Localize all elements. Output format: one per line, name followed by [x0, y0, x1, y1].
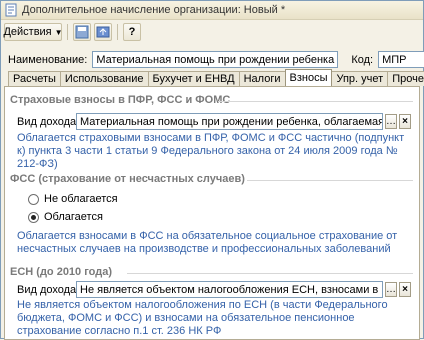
name-value: Материальная помощь при рождении ребенка [96, 53, 335, 66]
clear-button[interactable]: × [399, 282, 411, 297]
esn-income-field[interactable]: Не является объектом налогообложения ЕСН… [76, 281, 383, 298]
toolbar: Действия ▼ ? [1, 21, 423, 43]
document-window: Дополнительное начисление организации: Н… [0, 0, 424, 340]
radio-selected-dot [31, 214, 36, 220]
toolbar-separator [117, 24, 118, 40]
radio-taxed-label: Облагается [44, 211, 103, 223]
fss-section-title: ФСС (страхование от несчастных случаев) [10, 173, 245, 185]
insurance-income-field[interactable]: Материальная помощь при рождении ребенка… [76, 113, 383, 130]
section-divider [218, 101, 413, 102]
close-icon: × [402, 283, 408, 295]
tab-accounting[interactable]: Бухучет и ЕНВД [147, 71, 240, 86]
select-button[interactable]: … [385, 114, 397, 129]
tab-calculations[interactable]: Расчеты [8, 71, 61, 86]
name-label: Наименование: [8, 53, 88, 66]
save-icon [75, 25, 89, 39]
select-button[interactable]: … [385, 282, 397, 297]
section-divider [127, 273, 413, 274]
radio-circle [28, 211, 39, 223]
tab-taxes[interactable]: Налоги [238, 71, 286, 86]
contributions-panel: Страховые взносы в ПФР, ФСС и ФОМС Вид д… [4, 86, 420, 340]
insurance-section-title: Страховые взносы в ПФР, ФСС и ФОМС [10, 94, 231, 106]
fss-note: Облагается взносами в ФСС на обязательно… [17, 230, 398, 255]
save-button[interactable] [73, 23, 91, 41]
esn-section-title: ЕСН (до 2010 года) [10, 266, 113, 278]
refresh-icon [96, 26, 110, 38]
section-divider [247, 180, 413, 181]
code-field[interactable]: МПР [378, 51, 424, 68]
actions-menu-button[interactable]: Действия ▼ [3, 23, 63, 41]
tab-bar: Расчеты Использование Бухучет и ЕНВД Нал… [8, 69, 424, 86]
toolbar-separator [67, 24, 68, 40]
name-row: Наименование: Материальная помощь при ро… [8, 51, 424, 68]
code-value: МПР [382, 53, 407, 66]
refresh-button[interactable] [94, 23, 112, 41]
radio-not-taxed-label: Не облагается [44, 193, 118, 205]
radio-not-taxed[interactable]: Не облагается [28, 193, 118, 205]
document-icon [4, 3, 18, 17]
insurance-note: Облагается страховыми взносами в ПФР, ФО… [17, 132, 405, 170]
help-button[interactable]: ? [123, 23, 141, 41]
insurance-income-label: Вид дохода: [17, 116, 80, 128]
tab-usage[interactable]: Использование [59, 71, 149, 86]
actions-label: Действия [3, 26, 52, 38]
name-field[interactable]: Материальная помощь при рождении ребенка [92, 51, 339, 68]
esn-income-label: Вид дохода: [17, 284, 80, 296]
window-title: Дополнительное начисление организации: Н… [22, 4, 286, 16]
title-bar: Дополнительное начисление организации: Н… [1, 1, 423, 20]
chevron-down-icon: ▼ [54, 27, 63, 37]
esn-note: Не является объектом налогообложения по … [17, 299, 388, 337]
radio-circle [28, 193, 39, 205]
close-icon: × [402, 115, 408, 127]
insurance-income-value: Материальная помощь при рождении ребенка… [80, 115, 383, 128]
radio-taxed[interactable]: Облагается [28, 211, 103, 223]
tab-contributions[interactable]: Взносы [284, 69, 333, 86]
tab-management[interactable]: Упр. учет [331, 71, 389, 86]
tab-other[interactable]: Прочее [387, 71, 424, 86]
clear-button[interactable]: × [399, 114, 411, 129]
code-label: Код: [351, 53, 374, 66]
help-label: ? [128, 26, 136, 38]
esn-income-value: Не является объектом налогообложения ЕСН… [80, 283, 383, 296]
